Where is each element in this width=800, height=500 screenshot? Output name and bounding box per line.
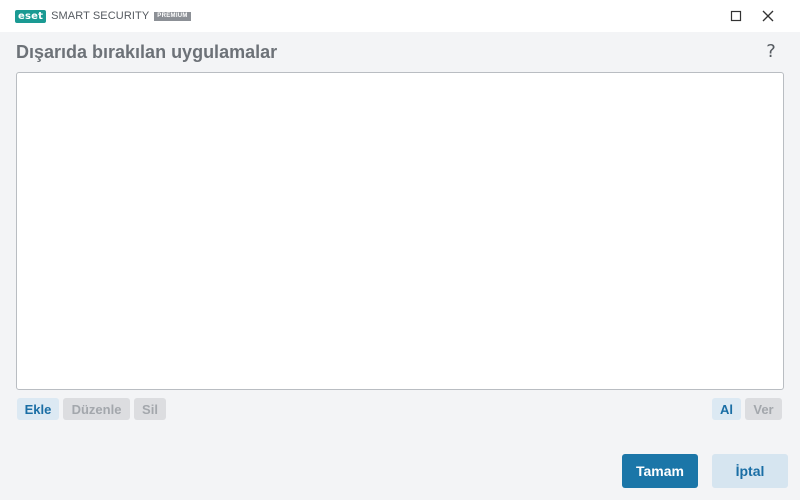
import-button[interactable]: Al [712,398,741,420]
ok-button[interactable]: Tamam [622,454,698,488]
help-icon[interactable]: ? [762,41,780,63]
cancel-button[interactable]: İptal [712,454,788,488]
title-bar: eset SMART SECURITY PREMIUM [0,0,800,32]
product-name: SMART SECURITY [51,10,150,22]
edition-badge: PREMIUM [154,11,191,21]
eset-logo: eset [15,9,47,23]
close-button[interactable] [752,0,784,32]
add-button[interactable]: Ekle [17,398,59,420]
maximize-icon [730,10,742,22]
app-brand: eset SMART SECURITY PREMIUM [15,9,191,23]
export-button[interactable]: Ver [745,398,782,420]
maximize-button[interactable] [720,0,752,32]
close-icon [762,10,774,22]
excluded-apps-list[interactable] [16,72,784,390]
page-title: Dışarıda bırakılan uygulamalar [16,42,278,62]
edit-button[interactable]: Düzenle [63,398,130,420]
delete-button[interactable]: Sil [134,398,166,420]
